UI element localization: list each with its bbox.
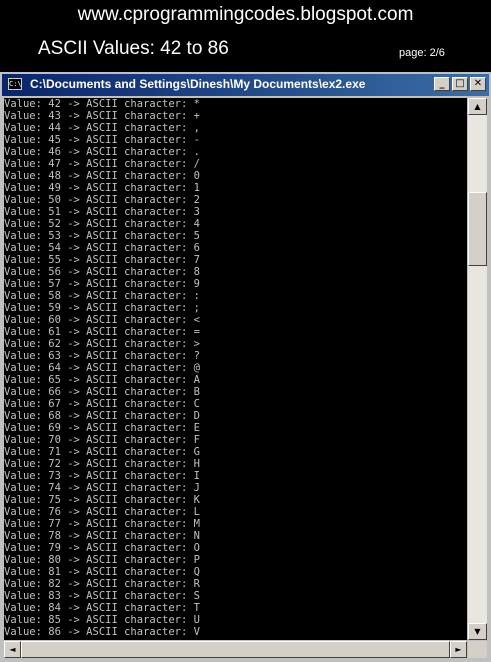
console-line: Value: 53 -> ASCII character: 5	[4, 230, 200, 242]
minimize-button[interactable]: _	[434, 77, 450, 91]
console-line: Value: 61 -> ASCII character: =	[4, 326, 200, 338]
console-line: Value: 69 -> ASCII character: E	[4, 422, 200, 434]
console-output[interactable]: Value: 42 -> ASCII character: * Value: 43…	[4, 98, 467, 640]
title-bar[interactable]: C:\ C:\Documents and Settings\Dinesh\My …	[2, 74, 489, 96]
console-line: Value: 74 -> ASCII character: J	[4, 482, 200, 494]
console-line: Value: 62 -> ASCII character: >	[4, 338, 200, 350]
console-line: Value: 81 -> ASCII character: Q	[4, 566, 200, 578]
console-line: Value: 57 -> ASCII character: 9	[4, 278, 200, 290]
console-line: Value: 86 -> ASCII character: V	[4, 626, 200, 638]
console-line: Value: 43 -> ASCII character: +	[4, 110, 200, 122]
console-line: Value: 54 -> ASCII character: 6	[4, 242, 200, 254]
console-line: Value: 68 -> ASCII character: D	[4, 410, 200, 422]
console-line: Value: 52 -> ASCII character: 4	[4, 218, 200, 230]
console-line: Value: 79 -> ASCII character: O	[4, 542, 200, 554]
console-line: Value: 75 -> ASCII character: K	[4, 494, 200, 506]
console-line: Value: 78 -> ASCII character: N	[4, 530, 200, 542]
console-line: Value: 76 -> ASCII character: L	[4, 506, 200, 518]
scroll-left-button[interactable]: ◄	[4, 641, 21, 658]
console-line: Value: 47 -> ASCII character: /	[4, 158, 200, 170]
scrollbar-corner	[468, 641, 487, 658]
console-line: Value: 59 -> ASCII character: ;	[4, 302, 200, 314]
console-line: Value: 48 -> ASCII character: 0	[4, 170, 200, 182]
console-line: Value: 77 -> ASCII character: M	[4, 518, 200, 530]
console-line: Value: 64 -> ASCII character: @	[4, 362, 200, 374]
page-indicator: page: 2/6	[399, 47, 445, 59]
console-line: Value: 84 -> ASCII character: T	[4, 602, 200, 614]
console-line: Value: 51 -> ASCII character: 3	[4, 206, 200, 218]
window-title: C:\Documents and Settings\Dinesh\My Docu…	[30, 77, 366, 91]
console-line: Value: 44 -> ASCII character: ,	[4, 122, 200, 134]
console-app-icon[interactable]: C:\	[8, 78, 22, 90]
maximize-button[interactable]: □	[452, 77, 468, 91]
console-line: Value: 58 -> ASCII character: :	[4, 290, 200, 302]
console-window: C:\ C:\Documents and Settings\Dinesh\My …	[0, 72, 491, 662]
site-url: www.cprogrammingcodes.blogspot.com	[77, 4, 414, 25]
console-line: Value: 50 -> ASCII character: 2	[4, 194, 200, 206]
console-line: Value: 83 -> ASCII character: S	[4, 590, 200, 602]
console-line: Value: 80 -> ASCII character: P	[4, 554, 200, 566]
console-line: Value: 71 -> ASCII character: G	[4, 446, 200, 458]
page-heading: ASCII Values: 42 to 86	[38, 38, 229, 59]
vertical-scrollbar[interactable]: ▲ ▼	[468, 98, 487, 640]
console-line: Value: 66 -> ASCII character: B	[4, 386, 200, 398]
horizontal-scroll-thumb[interactable]	[21, 641, 450, 658]
scroll-down-button[interactable]: ▼	[468, 623, 487, 640]
console-line: Value: 49 -> ASCII character: 1	[4, 182, 200, 194]
vertical-scroll-thumb[interactable]	[468, 192, 487, 266]
console-line: Value: 82 -> ASCII character: R	[4, 578, 200, 590]
console-line: Value: 46 -> ASCII character: .	[4, 146, 200, 158]
console-line: Value: 42 -> ASCII character: *	[4, 98, 200, 110]
horizontal-scrollbar[interactable]: ◄ ►	[4, 641, 467, 658]
console-line: Value: 85 -> ASCII character: U	[4, 614, 200, 626]
console-line: Value: 67 -> ASCII character: C	[4, 398, 200, 410]
console-line: Value: 73 -> ASCII character: I	[4, 470, 200, 482]
console-line: Value: 60 -> ASCII character: <	[4, 314, 200, 326]
console-line: Value: 65 -> ASCII character: A	[4, 374, 200, 386]
scroll-up-button[interactable]: ▲	[468, 98, 487, 115]
console-line: Value: 72 -> ASCII character: H	[4, 458, 200, 470]
console-line: Value: 55 -> ASCII character: 7	[4, 254, 200, 266]
console-line: Value: 45 -> ASCII character: -	[4, 134, 200, 146]
close-button[interactable]: ✕	[470, 77, 486, 91]
scroll-right-button[interactable]: ►	[450, 641, 467, 658]
console-line: Value: 56 -> ASCII character: 8	[4, 266, 200, 278]
console-line: Value: 63 -> ASCII character: ?	[4, 350, 200, 362]
console-line: Value: 70 -> ASCII character: F	[4, 434, 200, 446]
